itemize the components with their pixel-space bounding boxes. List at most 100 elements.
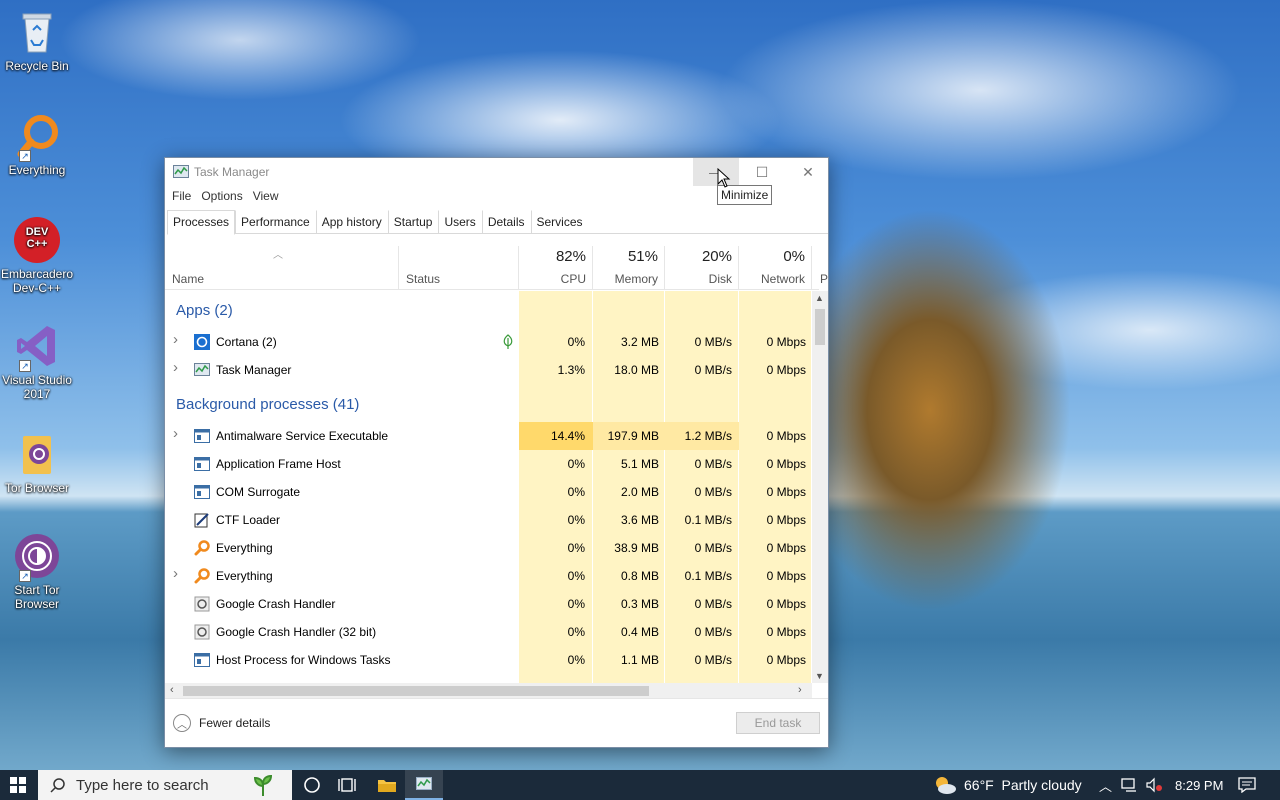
- footer: ︿ Fewer details End task: [165, 698, 828, 747]
- process-row[interactable]: Application Frame Host 0% 5.1 MB 0 MB/s 0 Mb…: [165, 450, 812, 478]
- show-hidden-icons-chevron-icon[interactable]: ︿: [1099, 770, 1112, 800]
- menu-file[interactable]: File: [172, 189, 198, 203]
- desktop-icon-tor-browser[interactable]: Tor Browser: [0, 430, 74, 495]
- process-row[interactable]: Host Process for Windows Tasks 0% 1.1 MB 0 …: [165, 646, 812, 674]
- process-disk-value: 0 MB/s: [694, 485, 732, 499]
- desktop-icon-everything[interactable]: ↗ Everything: [0, 112, 74, 177]
- tab-services[interactable]: Services: [530, 210, 589, 234]
- desktop-icon-visual-studio[interactable]: ↗ Visual Studio 2017: [0, 322, 74, 401]
- scroll-right-icon[interactable]: ›: [798, 684, 802, 696]
- vertical-scroll-thumb[interactable]: [815, 309, 825, 345]
- column-name[interactable]: ︿ Name: [165, 246, 399, 290]
- process-disk-value: 0 MB/s: [694, 597, 732, 611]
- ctf-icon: [194, 512, 210, 528]
- expand-chevron-icon[interactable]: ›: [173, 331, 178, 348]
- column-power[interactable]: P: [812, 246, 828, 290]
- process-row[interactable]: › Everything 0% 0.8 MB 0.1 MB/s 0 Mbps: [165, 562, 812, 590]
- process-row[interactable]: COM Surrogate 0% 2.0 MB 0 MB/s 0 Mbps: [165, 478, 812, 506]
- dev-cpp-badge: DEV C++: [25, 226, 49, 250]
- folder-icon: [13, 430, 61, 478]
- menu-view[interactable]: View: [253, 189, 286, 203]
- mouse-cursor-icon: [717, 168, 731, 188]
- scroll-up-icon[interactable]: ▲: [815, 293, 824, 303]
- process-memory-value: 0.8 MB: [620, 569, 659, 583]
- process-row[interactable]: Google Crash Handler (32 bit) 0% 0.4 MB 0 M…: [165, 618, 812, 646]
- process-row[interactable]: › Cortana (2) 0% 3.2 MB 0 MB/s 0 Mbps: [165, 328, 812, 356]
- process-cpu-value: 0%: [567, 513, 585, 527]
- title-bar[interactable]: Task Manager — ☐ ✕ Minimize: [165, 158, 831, 205]
- tab-app-history[interactable]: App history: [315, 210, 388, 234]
- process-cpu-value: 0%: [567, 597, 585, 611]
- search-placeholder: Type here to search: [76, 776, 209, 794]
- expand-chevron-icon[interactable]: ›: [173, 359, 178, 376]
- task-view-icon[interactable]: [337, 775, 359, 795]
- vertical-scrollbar[interactable]: ▲ ▼: [812, 291, 828, 683]
- everything-icon: ↗: [13, 112, 61, 162]
- process-row[interactable]: › Antimalware Service Executable 14.4% 197.…: [165, 422, 812, 450]
- column-header: ︿ Name Status 82% CPU 51% Memory 20% Dis…: [165, 246, 828, 290]
- tab-details[interactable]: Details: [481, 210, 531, 234]
- network-icon[interactable]: [1121, 770, 1139, 800]
- scroll-down-icon[interactable]: ▼: [815, 671, 824, 681]
- horizontal-scroll-thumb[interactable]: [183, 686, 649, 696]
- process-row[interactable]: CTF Loader 0% 3.6 MB 0.1 MB/s 0 Mbps: [165, 506, 812, 534]
- end-task-button[interactable]: End task: [736, 712, 820, 734]
- task-manager-icon: [194, 362, 210, 378]
- task-view-circle-icon[interactable]: [301, 775, 323, 795]
- clock[interactable]: 8:29 PM: [1175, 770, 1223, 800]
- process-network-value: 0 Mbps: [766, 541, 806, 555]
- expand-chevron-icon[interactable]: ›: [173, 425, 178, 442]
- scroll-left-icon[interactable]: ‹: [170, 684, 174, 696]
- desktop-icon-label: Embarcadero Dev-C++: [0, 267, 74, 295]
- start-button[interactable]: [0, 770, 36, 800]
- horizontal-scrollbar[interactable]: ‹ ›: [165, 683, 812, 699]
- group-apps: Apps (2): [176, 302, 233, 319]
- process-disk-value: 1.2 MB/s: [684, 429, 732, 443]
- volume-muted-icon[interactable]: [1145, 770, 1163, 800]
- column-network[interactable]: 0% Network: [739, 246, 812, 290]
- minimize-button[interactable]: —: [693, 158, 739, 186]
- desktop-icon-dev-cpp[interactable]: DEV C++ Embarcadero Dev-C++: [0, 216, 74, 295]
- action-center-icon[interactable]: [1238, 770, 1256, 800]
- process-memory-value: 1.1 MB: [620, 653, 659, 667]
- process-disk-value: 0 MB/s: [694, 457, 732, 471]
- taskbar-task-manager[interactable]: [405, 770, 443, 800]
- process-cpu-value: 0%: [567, 485, 585, 499]
- tab-processes[interactable]: Processes: [167, 210, 236, 235]
- recycle-bin-icon: [13, 8, 61, 56]
- process-row[interactable]: Everything 0% 38.9 MB 0 MB/s 0 Mbps: [165, 534, 812, 562]
- tor-icon: ↗: [13, 532, 61, 582]
- desktop-icon-label: Recycle Bin: [5, 59, 69, 73]
- close-button[interactable]: ✕: [785, 158, 831, 186]
- tab-users[interactable]: Users: [438, 210, 481, 234]
- desktop-icon-start-tor-browser[interactable]: ↗ Start Tor Browser: [0, 532, 74, 611]
- column-network-label: Network: [760, 272, 805, 286]
- maximize-button[interactable]: ☐: [739, 158, 785, 186]
- column-disk[interactable]: 20% Disk: [665, 246, 739, 290]
- window-app-icon: [194, 428, 210, 444]
- process-row[interactable]: Google Crash Handler 0% 0.3 MB 0 MB/s 0 Mbps: [165, 590, 812, 618]
- tab-performance[interactable]: Performance: [235, 210, 316, 234]
- process-disk-value: 0.1 MB/s: [684, 513, 732, 527]
- file-explorer-icon[interactable]: [376, 775, 398, 795]
- column-cpu[interactable]: 82% CPU: [519, 246, 593, 290]
- process-name: Google Crash Handler: [216, 597, 336, 611]
- cpu-percent: 82%: [555, 248, 586, 265]
- process-row[interactable]: › Task Manager 1.3% 18.0 MB 0 MB/s 0 Mbps: [165, 356, 812, 384]
- google-icon: [194, 596, 210, 612]
- column-memory[interactable]: 51% Memory: [593, 246, 665, 290]
- column-status[interactable]: Status: [399, 246, 519, 290]
- weather-widget[interactable]: 66°F Partly cloudy: [932, 770, 1082, 800]
- everything-icon: [194, 568, 210, 584]
- process-cpu-value: 0%: [567, 541, 585, 555]
- tab-startup[interactable]: Startup: [387, 210, 439, 234]
- expand-chevron-icon[interactable]: ›: [173, 565, 178, 582]
- search-box[interactable]: Type here to search: [38, 770, 292, 800]
- desktop-icon-recycle-bin[interactable]: Recycle Bin: [0, 8, 74, 73]
- process-network-value: 0 Mbps: [766, 513, 806, 527]
- visual-studio-icon: ↗: [13, 322, 61, 372]
- menu-options[interactable]: Options: [201, 189, 249, 203]
- desktop-icon-label: Start Tor Browser: [14, 583, 60, 611]
- fewer-details-button[interactable]: ︿ Fewer details: [173, 714, 270, 732]
- process-name: Antimalware Service Executable: [216, 429, 389, 443]
